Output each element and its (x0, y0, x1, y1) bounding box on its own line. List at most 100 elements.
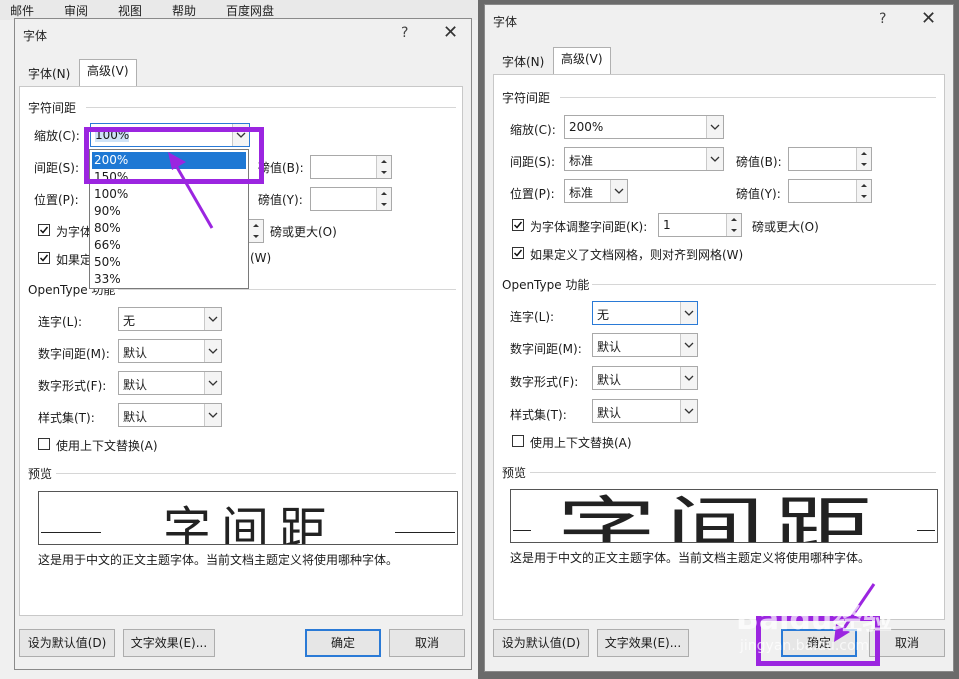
points-label-b: 磅值(B): (736, 155, 782, 169)
numform-combo[interactable]: 默认 (118, 371, 222, 395)
numspacing-value: 默认 (123, 346, 148, 360)
kerning-spinner-buttons[interactable] (248, 219, 264, 243)
menu-baidu-netdisk[interactable]: 百度网盘 (226, 2, 274, 19)
cancel-button[interactable]: 取消 (389, 629, 465, 657)
divider (592, 284, 936, 285)
dialog-title: 字体 (23, 29, 48, 43)
chevron-down-icon[interactable] (706, 148, 723, 170)
points-label-y: 磅值(Y): (258, 193, 303, 207)
ligature-combo[interactable]: 无 (118, 307, 222, 331)
font-description: 这是用于中文的正文主题字体。当前文档主题定义将使用哪种字体。 (38, 553, 399, 567)
grid-checkbox[interactable] (512, 247, 524, 259)
tab-advanced[interactable]: 高级(V) (553, 47, 611, 75)
font-dialog-right: 字体 ? ✕ 字体(N) 高级(V) 字符间距 缩放(C): 200% 间距(S… (484, 4, 954, 672)
set-default-button[interactable]: 设为默认值(D) (19, 629, 115, 657)
watermark-url: jingyan.baidu.com (740, 638, 870, 654)
tab-font[interactable]: 字体(N) (495, 51, 551, 75)
scale-option-90[interactable]: 90% (92, 203, 121, 220)
numform-combo[interactable]: 默认 (592, 366, 698, 390)
ligature-combo[interactable]: 无 (592, 301, 698, 325)
font-description: 这是用于中文的正文主题字体。当前文档主题定义将使用哪种字体。 (510, 551, 871, 565)
kerning-suffix: 磅或更大(O) (270, 225, 337, 239)
chevron-down-icon[interactable] (680, 400, 697, 422)
position-label: 位置(P): (34, 193, 79, 207)
contextual-checkbox[interactable] (38, 438, 50, 450)
scale-combo[interactable]: 200% (564, 115, 724, 139)
numspacing-combo[interactable]: 默认 (118, 339, 222, 363)
position-points-spinner[interactable] (788, 179, 872, 203)
chevron-down-icon[interactable] (680, 367, 697, 389)
grid-label: 如果定义了文档网格，则对齐到网格(W) (530, 248, 744, 262)
chevron-down-icon[interactable] (204, 372, 221, 394)
divider (56, 473, 456, 474)
position-combo[interactable]: 标准 (564, 179, 628, 203)
kerning-suffix: 磅或更大(O) (752, 220, 819, 234)
numform-value: 默认 (123, 378, 148, 392)
ligature-value: 无 (597, 308, 610, 322)
help-button[interactable]: ? (879, 11, 886, 27)
chevron-down-icon[interactable] (706, 116, 723, 138)
help-button[interactable]: ? (401, 25, 408, 41)
menu-review[interactable]: 审阅 (64, 2, 88, 19)
scale-option-66[interactable]: 66% (92, 237, 121, 254)
spacing-combo[interactable]: 标准 (564, 147, 724, 171)
styleset-label: 样式集(T): (38, 411, 95, 425)
chevron-down-icon[interactable] (204, 340, 221, 362)
text-effects-button[interactable]: 文字效果(E)... (123, 629, 215, 657)
kerning-checkbox[interactable] (38, 224, 50, 236)
tab-font[interactable]: 字体(N) (21, 63, 77, 87)
chevron-down-icon[interactable] (680, 302, 697, 324)
menu-help[interactable]: 帮助 (172, 2, 196, 19)
grid-label: 如果定 (56, 253, 93, 267)
close-icon[interactable]: ✕ (443, 24, 458, 42)
menu-mail[interactable]: 邮件 (10, 2, 34, 19)
position-value: 标准 (569, 186, 594, 200)
set-default-button[interactable]: 设为默认值(D) (493, 629, 589, 657)
section-char-spacing: 字符间距 (502, 91, 551, 105)
contextual-checkbox[interactable] (512, 435, 524, 447)
scale-option-80[interactable]: 80% (92, 220, 121, 237)
divider (86, 107, 456, 108)
kerning-checkbox[interactable] (512, 219, 524, 231)
kerning-label: 为字体 (56, 225, 93, 239)
preview-baseline-right (917, 530, 935, 531)
scale-option-50[interactable]: 50% (92, 254, 121, 271)
chevron-down-icon[interactable] (610, 180, 627, 202)
styleset-combo[interactable]: 默认 (118, 403, 222, 427)
contextual-label: 使用上下文替换(A) (56, 439, 158, 453)
ligature-label: 连字(L): (38, 315, 83, 329)
watermark-brand: Baidu经验 (736, 602, 893, 637)
styleset-combo[interactable]: 默认 (592, 399, 698, 423)
kerning-spinner[interactable]: 1 (658, 213, 742, 237)
scale-option-33[interactable]: 33% (92, 271, 121, 288)
chevron-down-icon[interactable] (680, 334, 697, 356)
advanced-panel: 字符间距 缩放(C): 200% 间距(S): 标准 磅值(B): 位置(P):… (493, 74, 945, 620)
ligature-value: 无 (123, 314, 136, 328)
styleset-value: 默认 (597, 406, 622, 420)
preview-box: 字间距 (38, 491, 458, 545)
section-char-spacing: 字符间距 (28, 101, 77, 115)
spacing-points-spinner[interactable] (788, 147, 872, 171)
position-label: 位置(P): (510, 187, 555, 201)
chevron-down-icon[interactable] (204, 404, 221, 426)
tab-advanced[interactable]: 高级(V) (79, 59, 137, 87)
scale-option-100[interactable]: 100% (92, 186, 128, 203)
menu-view[interactable]: 视图 (118, 2, 142, 19)
contextual-label: 使用上下文替换(A) (530, 436, 632, 450)
numspacing-combo[interactable]: 默认 (592, 333, 698, 357)
spacing-value: 标准 (569, 154, 594, 168)
ok-button[interactable]: 确定 (305, 629, 381, 657)
chevron-down-icon[interactable] (204, 308, 221, 330)
position-points-spinner[interactable] (310, 187, 392, 211)
scale-label: 缩放(C): (34, 129, 80, 143)
grid-suffix: (W) (250, 251, 272, 265)
close-icon[interactable]: ✕ (921, 10, 936, 28)
spacing-points-spinner[interactable] (310, 155, 392, 179)
points-label-y: 磅值(Y): (736, 187, 781, 201)
styleset-value: 默认 (123, 410, 148, 424)
text-effects-button[interactable]: 文字效果(E)... (597, 629, 689, 657)
styleset-label: 样式集(T): (510, 408, 567, 422)
grid-checkbox[interactable] (38, 252, 50, 264)
divider (118, 289, 456, 290)
font-dialog-left: 字体 ? ✕ 字体(N) 高级(V) 字符间距 缩放(C): 100% 间距(S… (14, 18, 472, 670)
